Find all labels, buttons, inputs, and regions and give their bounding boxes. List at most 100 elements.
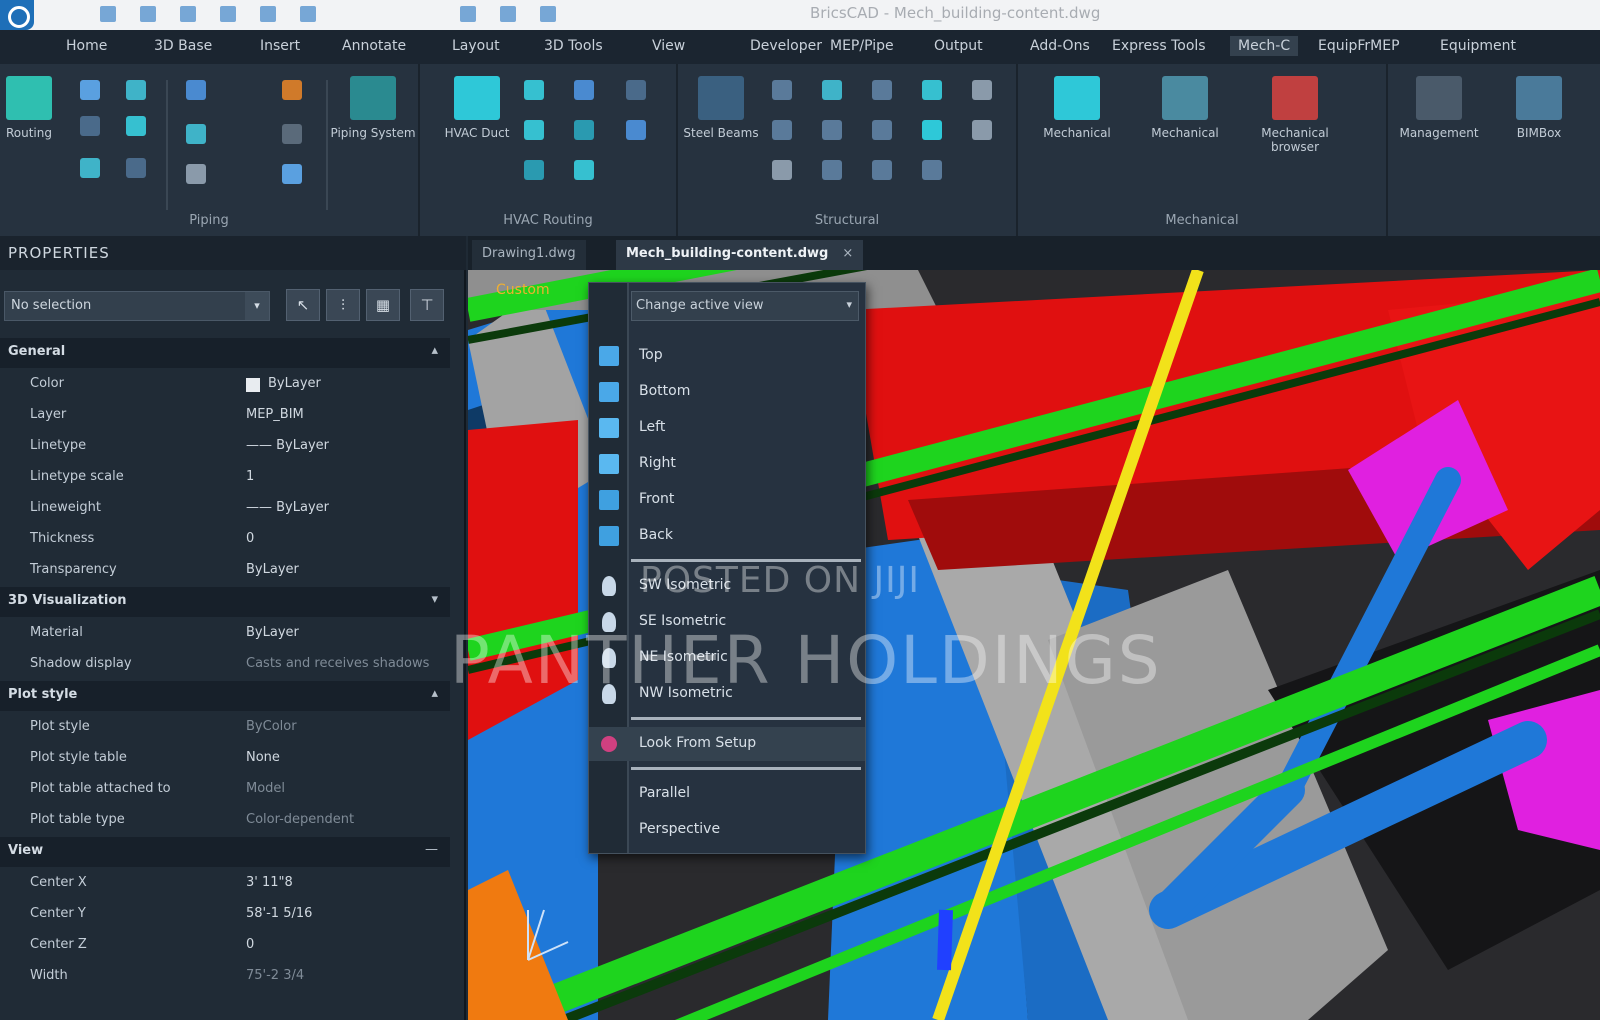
new-file-icon[interactable] [100, 6, 116, 22]
collapse-caret-icon[interactable]: — [425, 842, 438, 857]
insulation-tool-icon[interactable] [282, 80, 302, 100]
property-value[interactable]: None [246, 750, 280, 765]
property-row-linetype-scale[interactable]: Linetype scale 1 [0, 463, 450, 494]
property-value[interactable]: 58'-1 5/16 [246, 906, 312, 921]
property-row-lineweight[interactable]: Lineweight —— ByLayer [0, 494, 450, 525]
filter-button[interactable]: ⫶ [326, 289, 360, 321]
property-row-color[interactable]: Color ByLayer [0, 370, 450, 401]
menu-tab-layout[interactable]: Layout [452, 38, 500, 54]
menu-item-left[interactable]: Left [589, 411, 865, 445]
menu-item-nw-isometric[interactable]: NW Isometric [589, 677, 865, 711]
redo-icon[interactable] [300, 6, 316, 22]
section-3d-visualization[interactable]: 3D Visualization ▾ [0, 587, 450, 617]
tab-drawing1[interactable]: Drawing1.dwg [472, 240, 586, 270]
mechanical-browser-tool[interactable]: Mechanical browser [1252, 76, 1338, 154]
menu-tab-express-tools[interactable]: Express Tools [1112, 38, 1206, 54]
change-view-dropdown[interactable]: Change active view ▾ [631, 291, 859, 321]
section-general[interactable]: General ▴ [0, 338, 450, 368]
duct-transition-icon[interactable] [574, 80, 594, 100]
property-value[interactable]: Color-dependent [246, 812, 354, 827]
property-value[interactable]: 1 [246, 469, 254, 484]
duct-elbow-icon[interactable] [524, 120, 544, 140]
property-row-center-y[interactable]: Center Y 58'-1 5/16 [0, 900, 450, 931]
menu-tab-mep-pipe[interactable]: MEP/Pipe [830, 38, 894, 54]
piping-system-tool[interactable]: Piping System [330, 76, 416, 140]
menu-tab-output[interactable]: Output [934, 38, 983, 54]
property-value[interactable]: ByLayer [268, 376, 321, 391]
property-row-plot-style[interactable]: Plot style ByColor [0, 713, 450, 744]
reducer-tool-icon[interactable] [126, 158, 146, 178]
grid-icon[interactable] [922, 80, 942, 100]
property-row-plot-table-attached-to[interactable]: Plot table attached to Model [0, 775, 450, 806]
mechanical-tool-2[interactable]: Mechanical [1142, 76, 1228, 140]
management-tool[interactable]: Management [1396, 76, 1482, 140]
menu-tab-3d-base[interactable]: 3D Base [154, 38, 212, 54]
property-value[interactable]: ByLayer [246, 625, 299, 640]
menu-item-ne-isometric[interactable]: NE Isometric [589, 641, 865, 675]
profile-icon[interactable] [872, 160, 892, 180]
damper-icon[interactable] [574, 160, 594, 180]
valve-tool-icon[interactable] [186, 80, 206, 100]
property-value[interactable]: MEP_BIM [246, 407, 304, 422]
collapse-caret-icon[interactable]: ▴ [431, 343, 438, 358]
pin-button[interactable]: ⊤ [410, 289, 444, 321]
duct-connect-icon[interactable] [626, 80, 646, 100]
print-icon[interactable] [220, 6, 236, 22]
property-value[interactable]: 75'-2 3/4 [246, 968, 304, 983]
menu-tab-equipfrmep[interactable]: EquipFrMEP [1318, 38, 1400, 54]
menu-tab-equipment[interactable]: Equipment [1440, 38, 1516, 54]
connect-tool-icon[interactable] [282, 164, 302, 184]
routing-tool[interactable]: Routing [0, 76, 72, 140]
property-value[interactable]: Model [246, 781, 285, 796]
mirror-icon[interactable] [972, 120, 992, 140]
menu-item-back[interactable]: Back [589, 519, 865, 553]
menu-tab-home[interactable]: Home [66, 38, 107, 54]
menu-item-parallel[interactable]: Parallel [589, 777, 865, 811]
menu-item-front[interactable]: Front [589, 483, 865, 517]
undo-icon[interactable] [260, 6, 276, 22]
cap-tool-icon[interactable] [186, 124, 206, 144]
menu-item-right[interactable]: Right [589, 447, 865, 481]
property-row-width[interactable]: Width 75'-2 3/4 [0, 962, 450, 993]
property-row-material[interactable]: Material ByLayer [0, 619, 450, 650]
property-value[interactable]: 0 [246, 937, 254, 952]
open-file-icon[interactable] [140, 6, 156, 22]
section-plot-style[interactable]: Plot style ▴ [0, 681, 450, 711]
app-logo-icon[interactable] [0, 0, 34, 30]
menu-tab-developer[interactable]: Developer [750, 38, 822, 54]
save-icon[interactable] [180, 6, 196, 22]
align-icon[interactable] [972, 80, 992, 100]
menu-item-sw-isometric[interactable]: SW Isometric [589, 569, 865, 603]
property-value[interactable]: 3' 11"8 [246, 875, 293, 890]
menu-item-se-isometric[interactable]: SE Isometric [589, 605, 865, 639]
bolt-icon[interactable] [772, 160, 792, 180]
flange-tool-icon[interactable] [80, 158, 100, 178]
menu-tab-add-ons[interactable]: Add-Ons [1030, 38, 1090, 54]
workspace-icon[interactable] [460, 6, 476, 22]
property-value[interactable]: ByLayer [246, 562, 299, 577]
fitting-tool-icon[interactable] [80, 116, 100, 136]
menu-item-top[interactable]: Top [589, 339, 865, 373]
section-icon[interactable] [922, 160, 942, 180]
property-row-layer[interactable]: Layer MEP_BIM [0, 401, 450, 432]
layer-icon[interactable] [500, 6, 516, 22]
property-row-shadow-display[interactable]: Shadow display Casts and receives shadows [0, 650, 450, 681]
plate-icon[interactable] [772, 120, 792, 140]
list-button[interactable]: ▦ [366, 289, 400, 321]
property-value[interactable]: 0 [246, 531, 254, 546]
column-icon[interactable] [772, 80, 792, 100]
level-icon[interactable] [922, 120, 942, 140]
property-row-thickness[interactable]: Thickness 0 [0, 525, 450, 556]
property-row-plot-table-type[interactable]: Plot table type Color-dependent [0, 806, 450, 837]
brace-icon[interactable] [822, 80, 842, 100]
settings-icon[interactable] [540, 6, 556, 22]
section-view[interactable]: View — [0, 837, 450, 867]
menu-tab-mech-c[interactable]: Mech-C [1230, 36, 1299, 56]
viewport-view-label[interactable]: Custom [496, 282, 550, 298]
menu-tab-insert[interactable]: Insert [260, 38, 300, 54]
menu-item-bottom[interactable]: Bottom [589, 375, 865, 409]
joint-icon[interactable] [872, 120, 892, 140]
property-row-transparency[interactable]: Transparency ByLayer [0, 556, 450, 587]
slope-tool-icon[interactable] [282, 124, 302, 144]
menu-item-perspective[interactable]: Perspective [589, 813, 865, 847]
